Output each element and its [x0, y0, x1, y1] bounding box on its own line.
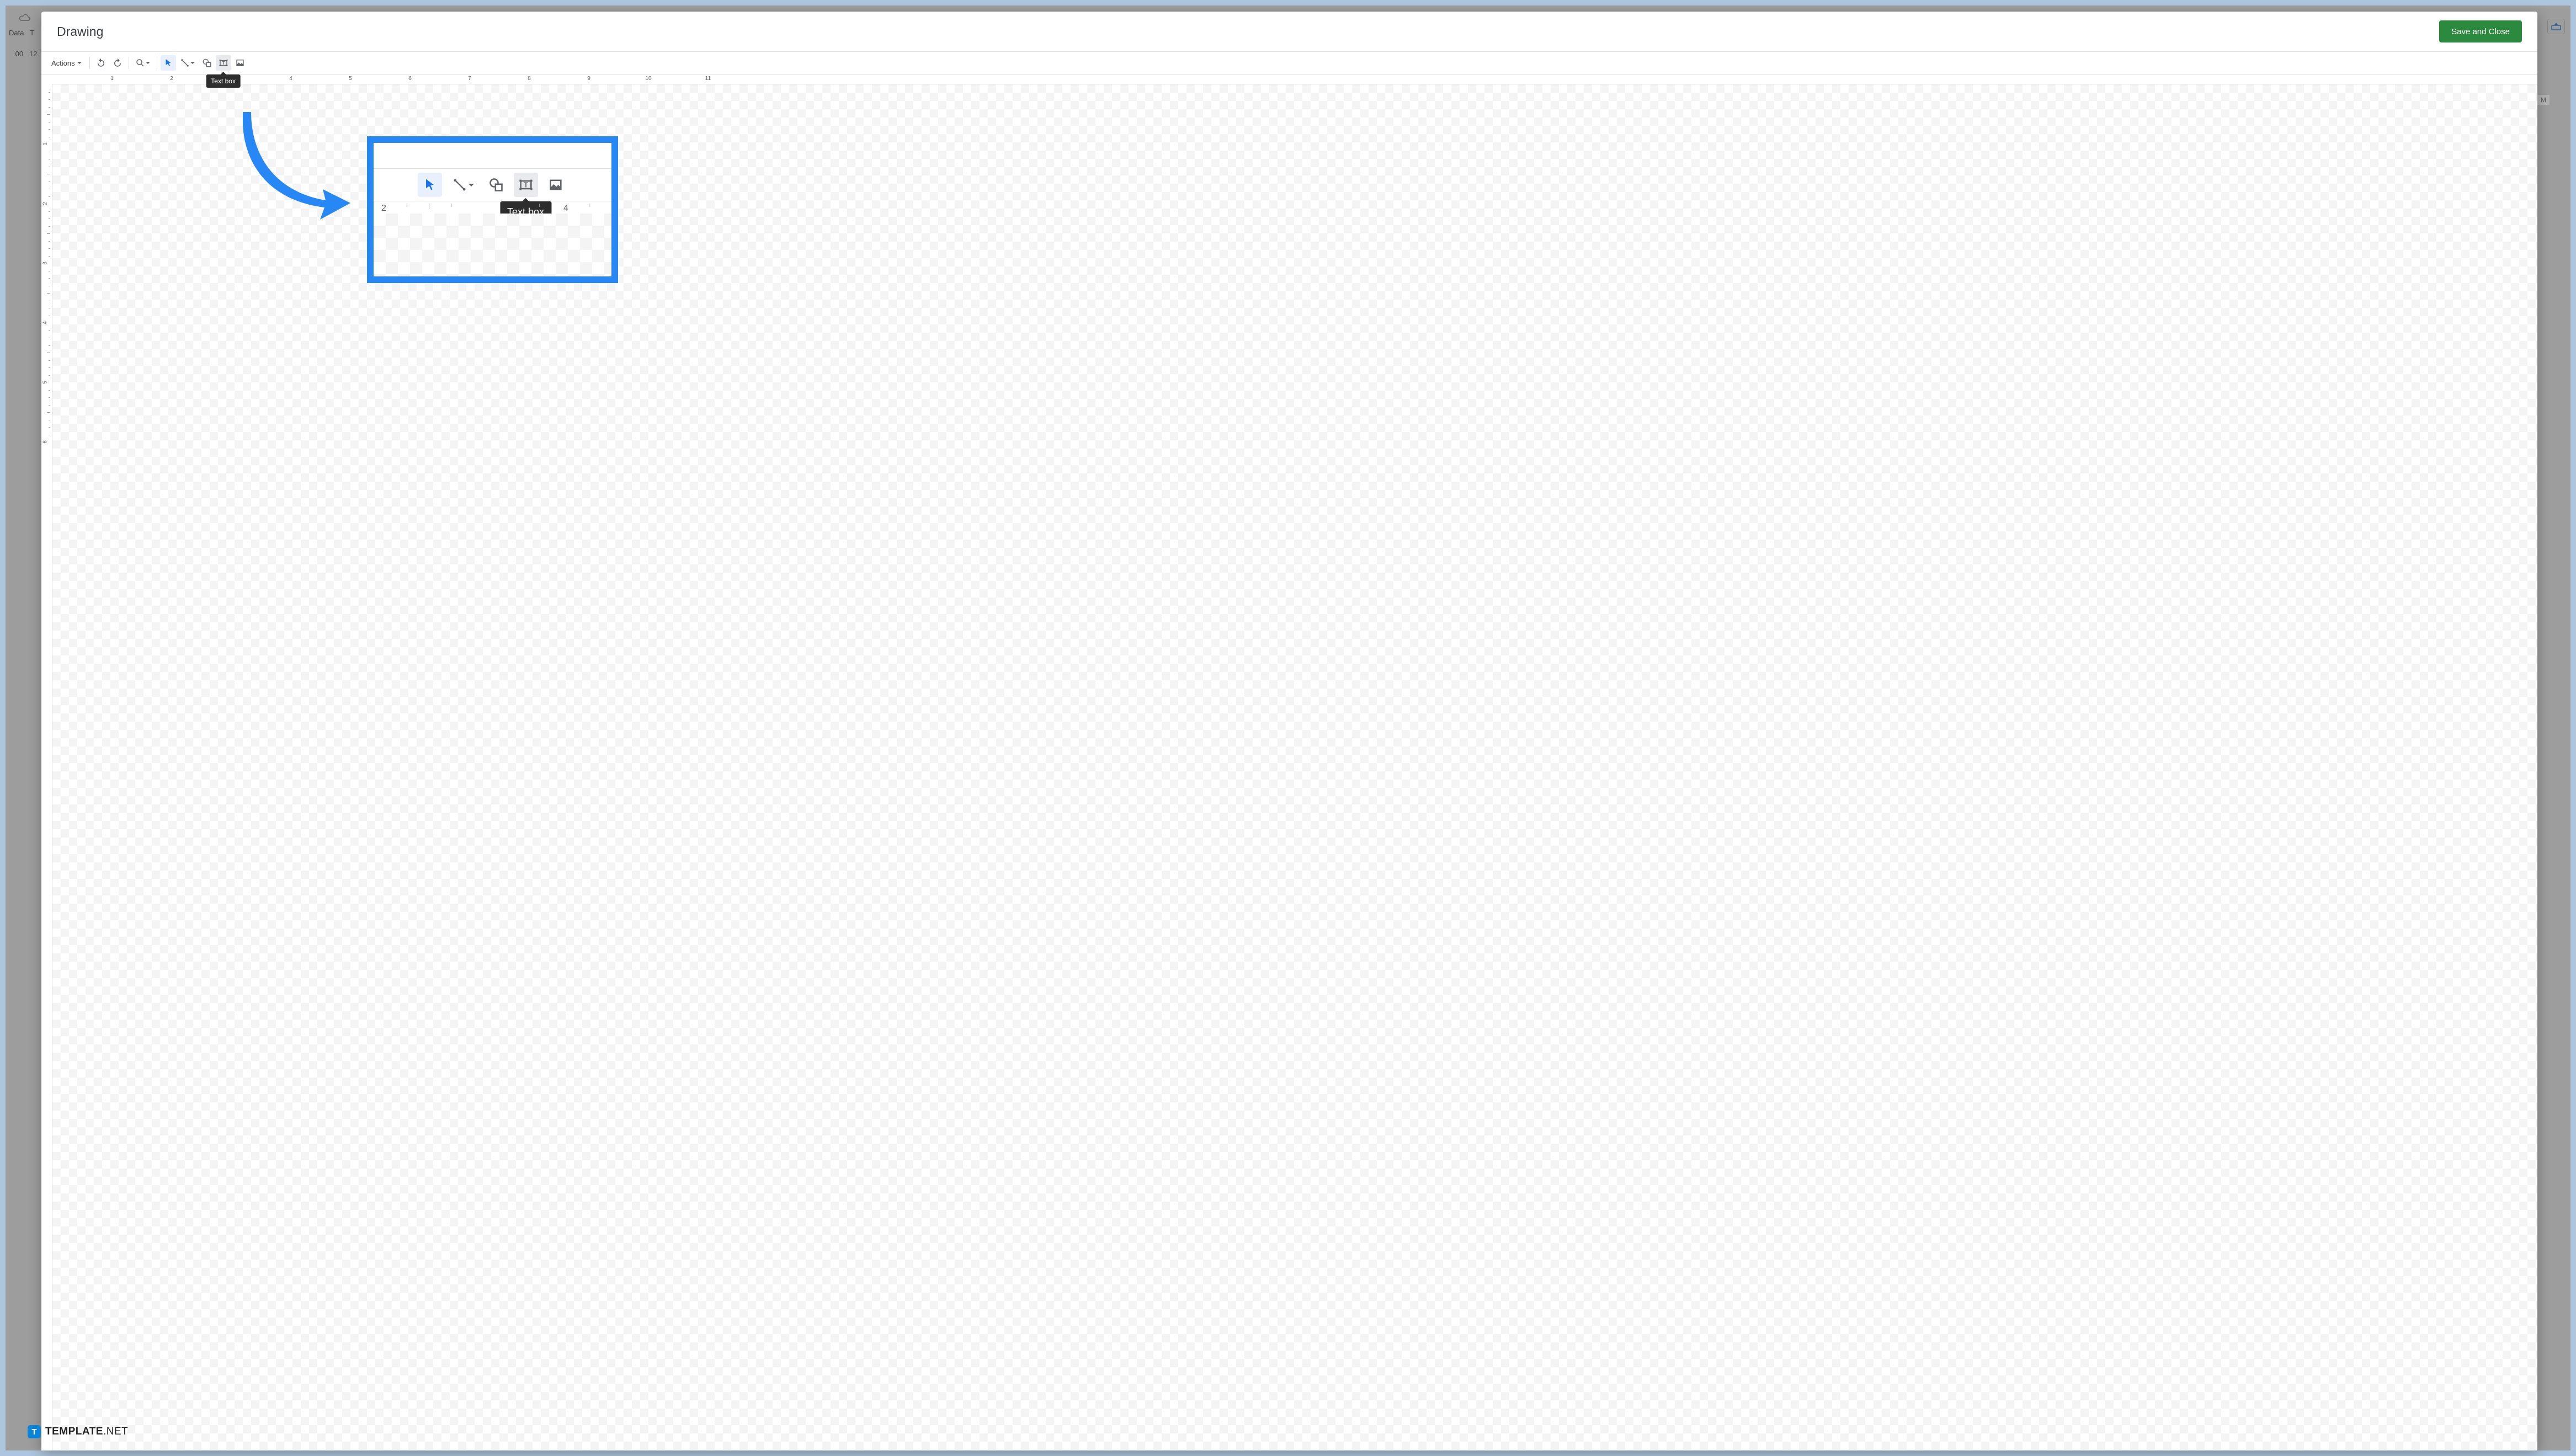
drawing-modal: Drawing Save and Close Actions [41, 12, 2537, 1450]
modal-header: Drawing Save and Close [41, 12, 2537, 51]
textbox-tool-button[interactable]: T Text box [216, 55, 231, 71]
vertical-ruler: 123456 [41, 84, 52, 1450]
watermark-icon: T [28, 1425, 41, 1438]
callout-ruler-label: 2 [381, 204, 386, 214]
zoom-button[interactable] [132, 55, 153, 71]
outer-frame: Data T .00 12 M Drawing Save and Close A… [6, 6, 2570, 1450]
horizontal-ruler: 1234567891011 [52, 74, 2537, 84]
save-and-close-button[interactable]: Save and Close [2439, 20, 2522, 42]
modal-title: Drawing [57, 24, 103, 39]
svg-text:T: T [524, 181, 528, 189]
redo-button[interactable] [110, 55, 125, 71]
select-tool-button[interactable] [161, 55, 176, 71]
callout-canvas-checker [374, 214, 611, 276]
callout-line-tool [448, 173, 478, 197]
toolbar-divider [89, 57, 90, 69]
watermark-text: TEMPLATE.NET [45, 1426, 128, 1438]
callout-shape-tool [484, 173, 508, 197]
chevron-down-icon [146, 62, 150, 64]
actions-menu-button[interactable]: Actions [47, 56, 86, 71]
ruler-tick [539, 204, 540, 207]
callout-select-tool [418, 173, 442, 197]
column-header-m: M [2537, 95, 2550, 105]
drawing-toolbar: Actions [41, 51, 2537, 74]
undo-button[interactable] [93, 55, 109, 71]
callout-ruler: 2 4 [374, 201, 611, 215]
curved-arrow-annotation [243, 112, 353, 222]
image-tool-button[interactable] [232, 55, 248, 71]
callout-toolbar: T Text box [374, 168, 611, 201]
canvas-area: 1234567891011 123456 [41, 74, 2537, 1450]
chevron-down-icon [77, 62, 82, 64]
svg-text:T: T [222, 61, 225, 66]
callout-ruler-label: 4 [563, 204, 568, 214]
callout-inner: T Text box 2 [374, 143, 611, 276]
zoom-callout-box: T Text box 2 [367, 136, 618, 283]
watermark: T TEMPLATE.NET [28, 1425, 128, 1438]
callout-textbox-tool: T Text box [514, 173, 538, 197]
actions-label: Actions [51, 59, 75, 67]
drawing-canvas[interactable]: T Text box 2 [52, 84, 2537, 1450]
chevron-down-icon [190, 62, 195, 64]
textbox-tooltip: Text box [206, 74, 241, 88]
chevron-down-icon [469, 184, 474, 186]
callout-image-tool [544, 173, 568, 197]
shape-tool-button[interactable] [199, 55, 215, 71]
watermark-brand: TEMPLATE [45, 1426, 103, 1437]
watermark-suffix: .NET [103, 1426, 128, 1437]
line-tool-button[interactable] [177, 55, 198, 71]
